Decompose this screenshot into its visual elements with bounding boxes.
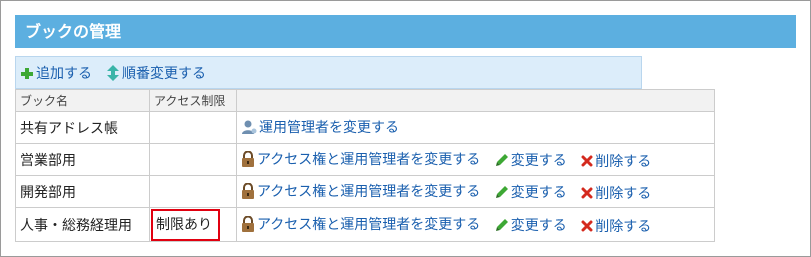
- access-restriction-value: 制限あり: [151, 208, 220, 241]
- delete-label: 削除する: [595, 153, 652, 170]
- column-header-access-restriction: アクセス制限: [149, 89, 237, 112]
- edit-label: 変更する: [510, 184, 567, 201]
- access-restriction-value: [149, 175, 237, 208]
- reorder-label: 順番変更する: [122, 65, 206, 82]
- pencil-icon: [495, 185, 508, 198]
- column-header-actions: [236, 89, 715, 112]
- user-icon: [242, 120, 257, 134]
- row-actions: 運用管理者を変更する: [236, 111, 715, 144]
- table-row: 営業部用 アクセス権と運用管理者を変更する 変更する 削除する: [15, 143, 715, 176]
- edit-label: 変更する: [510, 152, 567, 169]
- change-access-link[interactable]: アクセス権と運用管理者を変更する: [241, 149, 480, 169]
- add-book-label: 追加する: [36, 65, 92, 82]
- panel-title: ブックの管理: [15, 15, 796, 48]
- book-name: 人事・総務経理用: [15, 207, 150, 242]
- book-name: 共有アドレス帳: [15, 111, 150, 144]
- table-header-row: ブック名 アクセス制限: [15, 89, 715, 112]
- access-restriction-value: [149, 111, 237, 144]
- change-access-link[interactable]: アクセス権と運用管理者を変更する: [241, 214, 480, 234]
- lock-icon: [242, 150, 254, 167]
- change-admin-link[interactable]: 運用管理者を変更する: [241, 117, 399, 137]
- reorder-link[interactable]: 順番変更する: [106, 63, 206, 83]
- pencil-icon: [495, 218, 508, 231]
- change-access-link[interactable]: アクセス権と運用管理者を変更する: [241, 181, 480, 201]
- table-row: 開発部用 アクセス権と運用管理者を変更する 変更する 削除する: [15, 175, 715, 208]
- delete-label: 削除する: [595, 185, 652, 202]
- book-name: 営業部用: [15, 143, 150, 176]
- delete-link[interactable]: 削除する: [581, 151, 651, 171]
- delete-label: 削除する: [595, 218, 652, 235]
- book-management-frame: ブックの管理 追加する 順番変更する ブック名 アクセス制限 共有アドレス帳 運…: [0, 0, 811, 257]
- change-access-label: アクセス権と運用管理者を変更する: [257, 216, 481, 233]
- table-row: 人事・総務経理用 制限あり アクセス権と運用管理者を変更する 変更する 削除する: [15, 207, 715, 242]
- delete-link[interactable]: 削除する: [581, 183, 651, 203]
- row-actions: アクセス権と運用管理者を変更する 変更する 削除する: [236, 175, 715, 208]
- row-actions: アクセス権と運用管理者を変更する 変更する 削除する: [236, 207, 715, 242]
- change-access-label: アクセス権と運用管理者を変更する: [257, 151, 481, 168]
- up-down-arrow-icon: [107, 64, 119, 81]
- book-table: ブック名 アクセス制限 共有アドレス帳 運用管理者を変更する 営業部用 アクセス…: [15, 89, 715, 242]
- edit-link[interactable]: 変更する: [495, 215, 567, 235]
- delete-x-icon: [581, 187, 593, 198]
- change-admin-label: 運用管理者を変更する: [259, 119, 399, 136]
- delete-x-icon: [581, 155, 593, 166]
- column-header-book-name: ブック名: [15, 89, 150, 112]
- edit-link[interactable]: 変更する: [495, 150, 567, 170]
- toolbar: 追加する 順番変更する: [15, 56, 642, 89]
- add-book-link[interactable]: 追加する: [20, 63, 92, 83]
- pencil-icon: [495, 153, 508, 166]
- change-access-label: アクセス権と運用管理者を変更する: [257, 183, 481, 200]
- lock-icon: [242, 215, 254, 232]
- book-name: 開発部用: [15, 175, 150, 208]
- lock-icon: [242, 182, 254, 199]
- access-restriction-value: [149, 143, 237, 176]
- edit-link[interactable]: 変更する: [495, 182, 567, 202]
- plus-icon: [21, 67, 33, 79]
- delete-link[interactable]: 削除する: [581, 216, 651, 236]
- row-actions: アクセス権と運用管理者を変更する 変更する 削除する: [236, 143, 715, 176]
- table-row: 共有アドレス帳 運用管理者を変更する: [15, 111, 715, 144]
- edit-label: 変更する: [510, 217, 567, 234]
- delete-x-icon: [581, 220, 593, 231]
- access-restriction-cell: 制限あり: [149, 207, 237, 242]
